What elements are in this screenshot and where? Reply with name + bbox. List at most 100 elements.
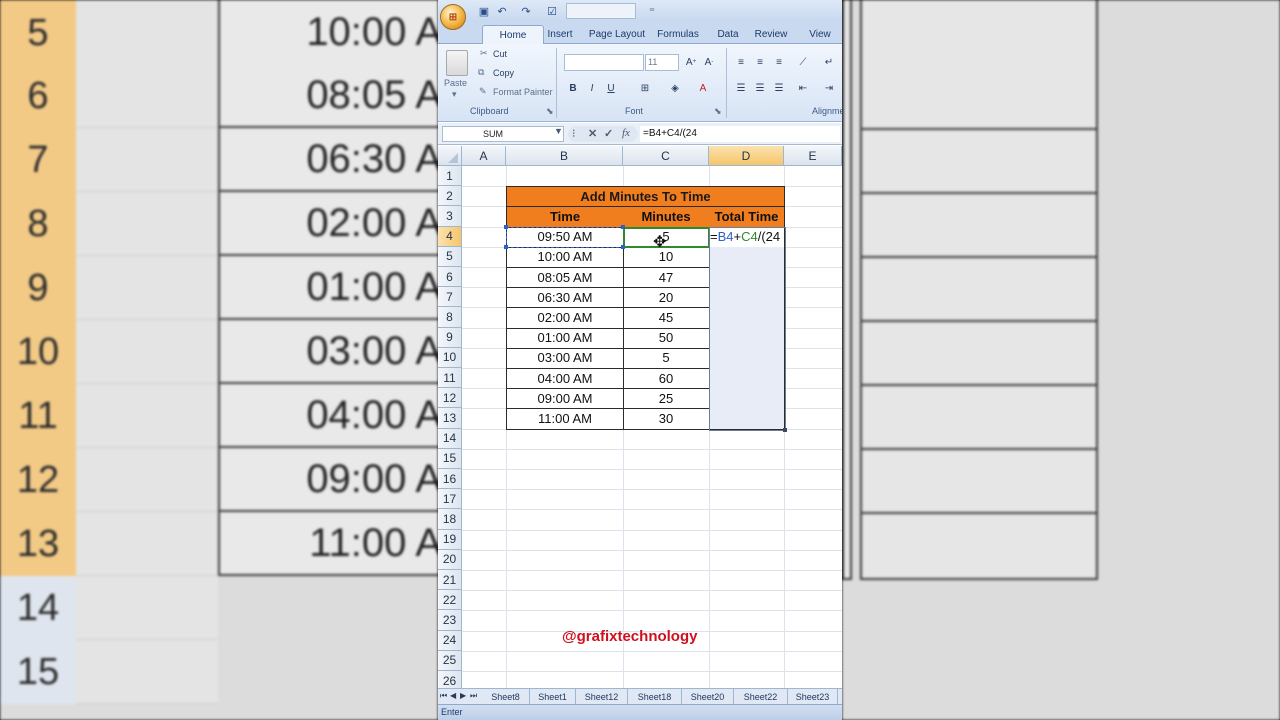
row-header-14[interactable]: 14 — [438, 428, 462, 449]
time-cell[interactable]: 03:00 AM — [506, 347, 624, 369]
row-header-25[interactable]: 25 — [438, 650, 462, 671]
minutes-cell[interactable]: 50 — [623, 327, 710, 349]
time-cell[interactable]: 06:30 AM — [506, 287, 624, 309]
align-right-icon[interactable]: ☰ — [770, 80, 788, 96]
minutes-cell[interactable]: 25 — [623, 388, 710, 410]
shrink-font-icon[interactable]: A- — [700, 54, 718, 70]
borders-icon[interactable]: ⊞ — [636, 80, 654, 96]
row-header-10[interactable]: 10 — [438, 347, 462, 368]
row-header-8[interactable]: 8 — [438, 307, 462, 328]
sheet-tab-sheet23[interactable]: Sheet23 — [788, 689, 838, 704]
first-sheet-icon[interactable]: ⏮ — [440, 691, 447, 701]
paste-icon[interactable] — [446, 50, 468, 76]
name-box-dropdown-icon[interactable]: ▼ — [554, 126, 563, 136]
insert-function-button[interactable]: fx — [622, 127, 630, 139]
minutes-cell[interactable]: 10 — [623, 246, 710, 268]
minutes-cell[interactable]: 5 — [623, 347, 710, 369]
column-header-b[interactable]: B — [506, 146, 623, 166]
row-header-12[interactable]: 12 — [438, 388, 462, 409]
time-cell[interactable]: 04:00 AM — [506, 368, 624, 390]
align-top-icon[interactable]: ≡ — [732, 54, 750, 70]
copy-button[interactable]: Copy — [493, 68, 514, 78]
tab-data[interactable]: Data — [710, 25, 746, 44]
row-header-3[interactable]: 3 — [438, 206, 462, 227]
row-header-17[interactable]: 17 — [438, 489, 462, 510]
font-size-combo[interactable]: 11 — [645, 54, 679, 71]
column-header-a[interactable]: A — [462, 146, 506, 166]
redo-icon[interactable]: ↷ — [518, 3, 534, 19]
row-header-26[interactable]: 26 — [438, 671, 462, 688]
row-header-15[interactable]: 15 — [438, 448, 462, 469]
minutes-cell[interactable]: 45 — [623, 307, 710, 329]
row-header-6[interactable]: 6 — [438, 267, 462, 288]
row-header-19[interactable]: 19 — [438, 529, 462, 550]
font-color-icon[interactable]: A — [694, 80, 712, 96]
name-box[interactable]: SUM — [442, 126, 564, 142]
row-header-24[interactable]: 24 — [438, 630, 462, 651]
quick-access-combo[interactable] — [566, 3, 636, 19]
sheet-tab-sheet20[interactable]: Sheet20 — [682, 689, 734, 704]
align-middle-icon[interactable]: ≡ — [751, 54, 769, 70]
fill-color-icon[interactable]: ◈ — [666, 80, 684, 96]
clipboard-launcher-icon[interactable]: ⬊ — [546, 106, 554, 117]
column-header-d[interactable]: D — [709, 146, 784, 166]
last-sheet-icon[interactable]: ⏭ — [470, 691, 477, 701]
row-header-7[interactable]: 7 — [438, 287, 462, 308]
align-bottom-icon[interactable]: ≡ — [770, 54, 788, 70]
format-painter-button[interactable]: Format Painter — [493, 87, 553, 97]
row-header-23[interactable]: 23 — [438, 610, 462, 631]
cut-button[interactable]: Cut — [493, 49, 507, 59]
sheet-tab-sheet8[interactable]: Sheet8 — [482, 689, 530, 704]
row-header-5[interactable]: 5 — [438, 246, 462, 267]
tab-page-layout[interactable]: Page Layout — [576, 25, 658, 44]
enter-icon[interactable]: ✓ — [604, 127, 613, 140]
checkbox-icon[interactable]: ☑ — [544, 3, 560, 19]
save-icon[interactable]: ▣ — [476, 3, 492, 19]
minutes-cell[interactable]: 47 — [623, 267, 710, 289]
bold-button[interactable]: B — [564, 80, 582, 96]
font-launcher-icon[interactable]: ⬊ — [714, 106, 722, 117]
sheet-tab-sheet12[interactable]: Sheet12 — [576, 689, 628, 704]
decrease-indent-icon[interactable]: ⇤ — [794, 80, 812, 96]
time-cell[interactable]: 02:00 AM — [506, 307, 624, 329]
grow-font-icon[interactable]: A + — [682, 54, 700, 70]
tab-review[interactable]: Review — [752, 25, 790, 44]
next-sheet-icon[interactable]: ▶ — [460, 691, 466, 700]
sheet-tab-sheet18[interactable]: Sheet18 — [628, 689, 682, 704]
cut-icon[interactable]: ✂ — [480, 48, 488, 59]
font-name-combo[interactable] — [564, 54, 644, 71]
minutes-cell[interactable]: 20 — [623, 287, 710, 309]
tab-formulas[interactable]: Formulas — [648, 25, 708, 44]
office-button[interactable]: ⊞ — [440, 4, 466, 30]
row-header-9[interactable]: 9 — [438, 327, 462, 348]
tab-view[interactable]: View — [806, 25, 834, 44]
formula-input[interactable]: =B4+C4/(24 — [640, 126, 840, 142]
row-header-21[interactable]: 21 — [438, 570, 462, 591]
paste-button[interactable]: Paste — [444, 78, 467, 88]
time-cell[interactable]: 10:00 AM — [506, 246, 624, 268]
align-center-icon[interactable]: ☰ — [751, 80, 769, 96]
prev-sheet-icon[interactable]: ◀ — [450, 691, 456, 700]
paste-dropdown-icon[interactable]: ▾ — [452, 89, 457, 100]
minutes-cell[interactable]: 60 — [623, 368, 710, 390]
align-left-icon[interactable]: ☰ — [732, 80, 750, 96]
customize-qat-icon[interactable]: ⁼ — [644, 3, 660, 19]
column-header-e[interactable]: E — [784, 146, 842, 166]
time-cell[interactable]: 01:00 AM — [506, 327, 624, 349]
worksheet-grid[interactable]: A B C D E 1 2 3 4 5 6 7 8 9 10 11 12 13 14 15 16 17 18 19 20 21 22… — [438, 146, 842, 688]
row-header-16[interactable]: 16 — [438, 469, 462, 490]
underline-button[interactable]: U — [602, 80, 620, 96]
italic-button[interactable]: I — [583, 80, 601, 96]
row-header-4[interactable]: 4 — [438, 226, 462, 247]
row-header-13[interactable]: 13 — [438, 408, 462, 429]
row-header-2[interactable]: 2 — [438, 186, 462, 207]
tab-home[interactable]: Home — [482, 25, 544, 44]
increase-indent-icon[interactable]: ⇥ — [820, 80, 838, 96]
undo-icon[interactable]: ↶ — [494, 3, 510, 19]
time-cell[interactable]: 11:00 AM — [506, 408, 624, 430]
sheet-tab-sheet1[interactable]: Sheet1 — [530, 689, 576, 704]
wrap-text-icon[interactable]: ↵ — [820, 54, 838, 70]
copy-icon[interactable]: ⧉ — [478, 67, 484, 78]
sheet-tab-sheet22[interactable]: Sheet22 — [734, 689, 788, 704]
time-cell[interactable]: 09:00 AM — [506, 388, 624, 410]
